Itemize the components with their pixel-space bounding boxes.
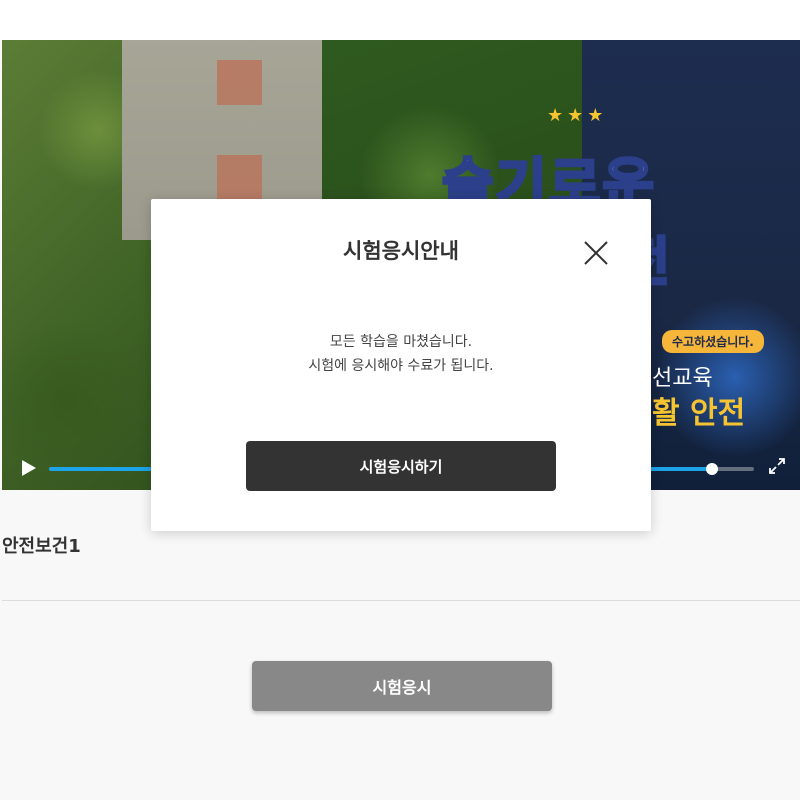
top-bar — [0, 0, 800, 40]
stars-decoration: ★★★ — [547, 105, 608, 126]
modal-message: 모든 학습을 마쳤습니다. 시험에 응시해야 수료가 됩니다. — [151, 330, 651, 378]
modal-title: 시험응시안내 — [343, 239, 459, 263]
modal-message-line1: 모든 학습을 마쳤습니다. — [329, 334, 473, 350]
take-exam-button[interactable]: 시험응시 — [252, 661, 552, 711]
promo-main-text: 활 안전 — [652, 396, 746, 431]
fullscreen-icon[interactable] — [767, 456, 787, 476]
divider — [2, 600, 800, 601]
close-icon[interactable] — [582, 239, 610, 267]
modal-message-line2: 시험에 응시해야 수료가 됩니다. — [308, 358, 494, 374]
exam-guide-modal: 시험응시안내 모든 학습을 마쳤습니다. 시험에 응시해야 수료가 됩니다. 시… — [151, 199, 651, 531]
course-title: 안전보건1 — [2, 536, 81, 557]
promo-badge: 수고하셨습니다. — [662, 330, 764, 353]
progress-handle[interactable] — [705, 463, 718, 475]
play-icon[interactable] — [20, 459, 38, 477]
start-exam-button[interactable]: 시험응시하기 — [246, 441, 556, 491]
